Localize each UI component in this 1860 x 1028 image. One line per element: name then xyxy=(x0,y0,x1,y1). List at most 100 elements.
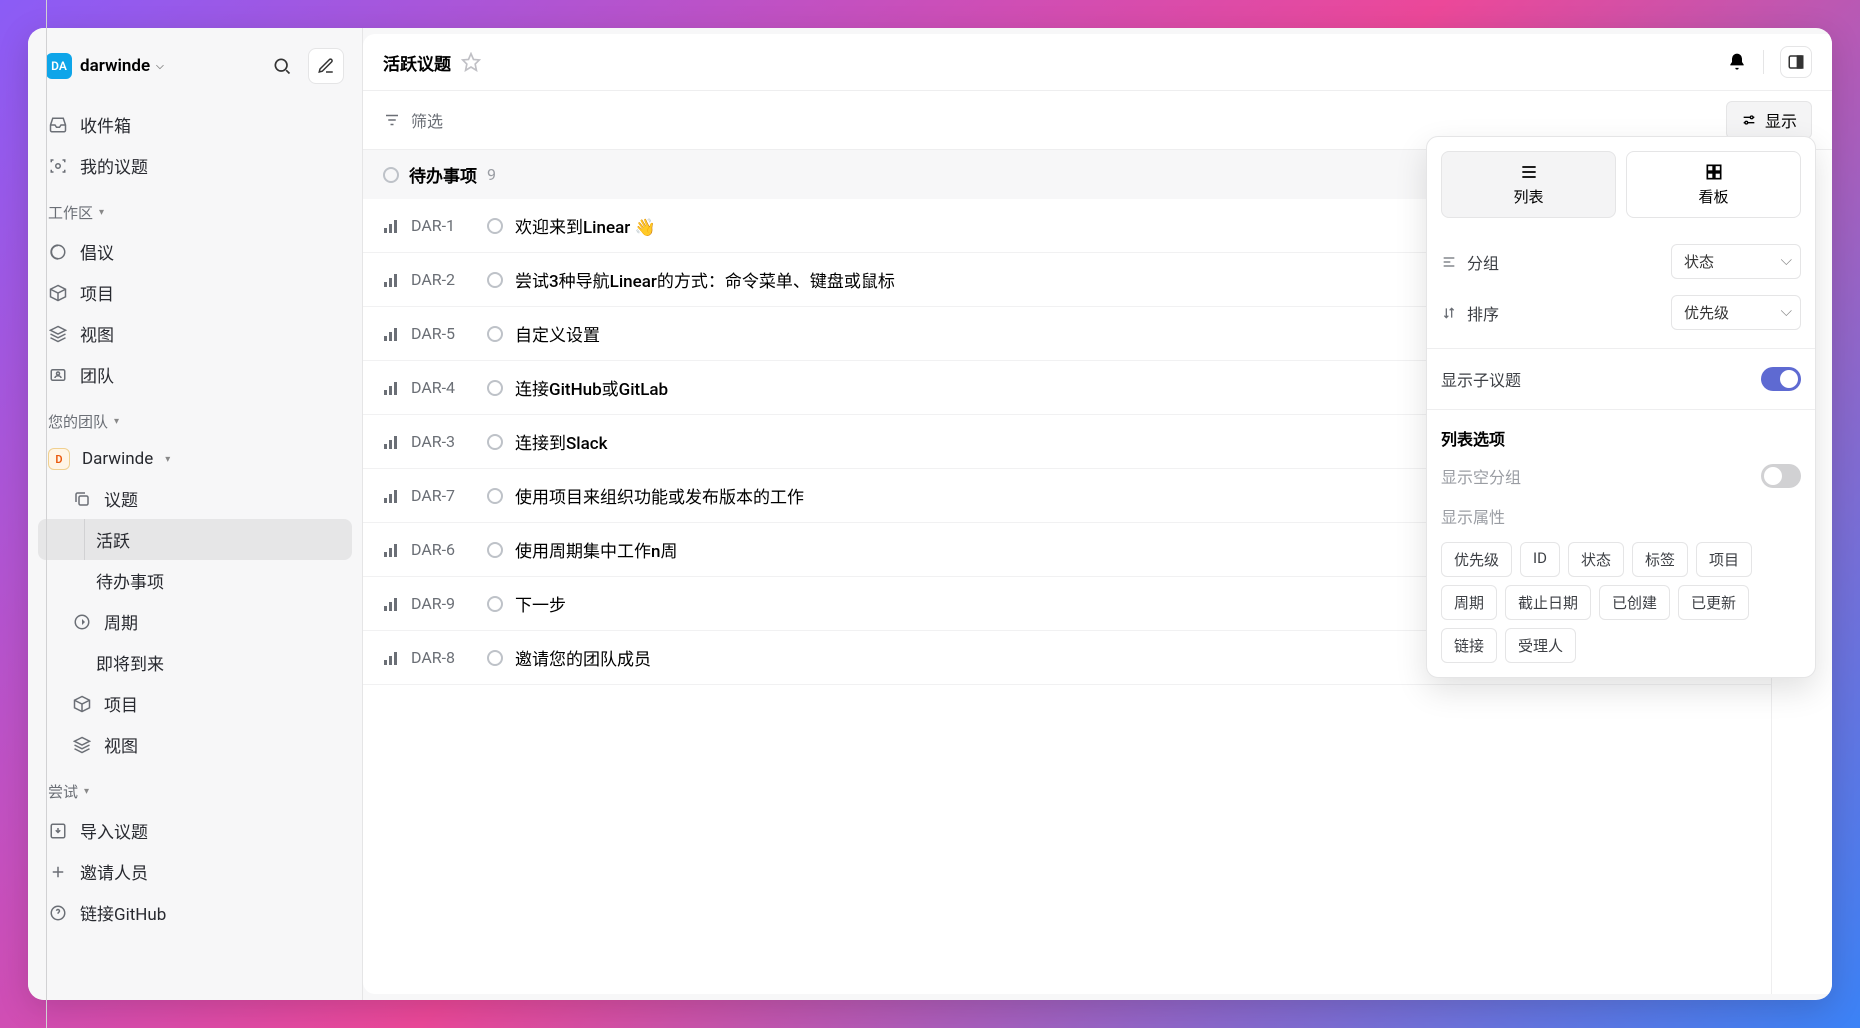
caret-icon: ▾ xyxy=(165,454,170,465)
sidebar-projects[interactable]: 项目 xyxy=(38,272,352,313)
show-empty-label: 显示空分组 xyxy=(1441,464,1751,488)
property-chip[interactable]: 链接 xyxy=(1441,628,1497,663)
caret-icon: ▾ xyxy=(99,207,104,218)
team-cycles[interactable]: 周期 xyxy=(38,601,352,642)
property-chip[interactable]: 状态 xyxy=(1568,542,1624,577)
property-chip[interactable]: 项目 xyxy=(1696,542,1752,577)
workspace-switcher[interactable]: DA darwinde⌵ xyxy=(38,44,352,88)
show-props-label: 显示属性 xyxy=(1441,504,1801,528)
sidebar-item-label: 导入议题 xyxy=(80,818,148,843)
section-workspace[interactable]: 工作区▾ xyxy=(38,186,352,231)
issue-id: DAR-8 xyxy=(411,648,475,667)
new-issue-button[interactable] xyxy=(308,48,344,84)
box-icon xyxy=(48,283,68,303)
issue-id: DAR-1 xyxy=(411,216,475,235)
group-by-select[interactable]: 状态 xyxy=(1671,244,1801,279)
sidebar-item-label: 项目 xyxy=(80,280,114,305)
team-issues[interactable]: 议题 xyxy=(38,478,352,519)
sort-by-select[interactable]: 优先级 xyxy=(1671,295,1801,330)
list-icon xyxy=(1519,162,1539,182)
issue-id: DAR-3 xyxy=(411,432,475,451)
priority-icon xyxy=(383,488,399,504)
property-chip[interactable]: 截止日期 xyxy=(1505,585,1591,620)
sidebar-item-label: 链接GitHub xyxy=(80,900,166,925)
property-chip[interactable]: 已更新 xyxy=(1678,585,1749,620)
sidebar: DA darwinde⌵ 收件箱 我的议题 工作区▾ 倡议 项目 视图 团队 您… xyxy=(28,28,363,1000)
try-github[interactable]: 链接GitHub xyxy=(38,892,352,933)
sidebar-item-label: 视图 xyxy=(80,321,114,346)
team-issues-backlog[interactable]: 待办事项 xyxy=(38,560,352,601)
sidebar-item-label: 待办事项 xyxy=(96,568,164,593)
priority-icon xyxy=(383,434,399,450)
priority-icon xyxy=(383,272,399,288)
show-empty-toggle[interactable] xyxy=(1761,464,1801,488)
team-avatar-icon: D xyxy=(48,448,70,470)
priority-icon xyxy=(383,650,399,666)
sliders-icon xyxy=(1741,112,1757,128)
priority-icon xyxy=(383,326,399,342)
main-content: 活跃议题 筛选 显示 待办事项 9 + xyxy=(363,34,1832,994)
caret-icon: ▾ xyxy=(114,416,119,427)
priority-icon xyxy=(383,542,399,558)
copy-icon xyxy=(72,489,92,509)
board-icon xyxy=(1704,162,1724,182)
display-button[interactable]: 显示 xyxy=(1726,101,1812,139)
section-your-teams[interactable]: 您的团队▾ xyxy=(38,395,352,440)
view-list-label: 列表 xyxy=(1513,186,1543,207)
property-chip[interactable]: 周期 xyxy=(1441,585,1497,620)
property-chip[interactable]: 已创建 xyxy=(1599,585,1670,620)
view-list-option[interactable]: 列表 xyxy=(1441,151,1616,218)
sidebar-item-label: 视图 xyxy=(104,732,138,757)
status-circle-icon xyxy=(487,326,503,342)
divider xyxy=(1763,50,1764,74)
show-sub-toggle[interactable] xyxy=(1761,367,1801,391)
team-cycles-upcoming[interactable]: 即将到来 xyxy=(38,642,352,683)
page-title: 活跃议题 xyxy=(383,50,451,75)
inbox-icon xyxy=(48,115,68,135)
property-chip[interactable]: 优先级 xyxy=(1441,542,1512,577)
sidebar-teams[interactable]: 团队 xyxy=(38,354,352,395)
group-count: 9 xyxy=(487,165,496,184)
display-button-label: 显示 xyxy=(1765,108,1797,132)
help-icon xyxy=(48,903,68,923)
plus-icon xyxy=(48,862,68,882)
filter-label[interactable]: 筛选 xyxy=(411,108,443,132)
caret-icon: ▾ xyxy=(84,786,89,797)
sidebar-item-label: 周期 xyxy=(104,609,138,634)
sort-icon xyxy=(1441,305,1457,321)
panel-toggle-icon[interactable] xyxy=(1780,46,1812,78)
sidebar-inbox[interactable]: 收件箱 xyxy=(38,104,352,145)
try-invite[interactable]: 邀请人员 xyxy=(38,851,352,892)
property-chip[interactable]: 标签 xyxy=(1632,542,1688,577)
sidebar-item-label: 收件箱 xyxy=(80,112,131,137)
view-board-option[interactable]: 看板 xyxy=(1626,151,1801,218)
bell-icon[interactable] xyxy=(1727,52,1747,72)
focus-icon xyxy=(48,156,68,176)
property-chip[interactable]: 受理人 xyxy=(1505,628,1576,663)
sidebar-views[interactable]: 视图 xyxy=(38,313,352,354)
team-projects[interactable]: 项目 xyxy=(38,683,352,724)
sidebar-initiatives[interactable]: 倡议 xyxy=(38,231,352,272)
team-darwinde[interactable]: D Darwinde ▾ xyxy=(38,440,352,478)
issue-id: DAR-2 xyxy=(411,270,475,289)
group-name: 待办事项 xyxy=(409,162,477,187)
sidebar-my-issues[interactable]: 我的议题 xyxy=(38,145,352,186)
status-circle-icon xyxy=(487,488,503,504)
section-try[interactable]: 尝试▾ xyxy=(38,765,352,810)
team-views[interactable]: 视图 xyxy=(38,724,352,765)
star-icon[interactable] xyxy=(461,52,481,72)
try-import[interactable]: 导入议题 xyxy=(38,810,352,851)
filter-icon[interactable] xyxy=(383,111,401,129)
priority-icon xyxy=(383,596,399,612)
search-icon[interactable] xyxy=(264,48,300,84)
team-issues-active[interactable]: 活跃 xyxy=(38,519,352,560)
layers-icon xyxy=(72,735,92,755)
issue-id: DAR-7 xyxy=(411,486,475,505)
workspace-avatar: DA xyxy=(46,53,72,79)
list-options-title: 列表选项 xyxy=(1441,420,1801,456)
sort-by-label: 排序 xyxy=(1467,301,1661,325)
topbar: 活跃议题 xyxy=(363,34,1832,91)
team-name-label: Darwinde xyxy=(82,449,153,469)
priority-icon xyxy=(383,380,399,396)
property-chip[interactable]: ID xyxy=(1520,542,1560,577)
